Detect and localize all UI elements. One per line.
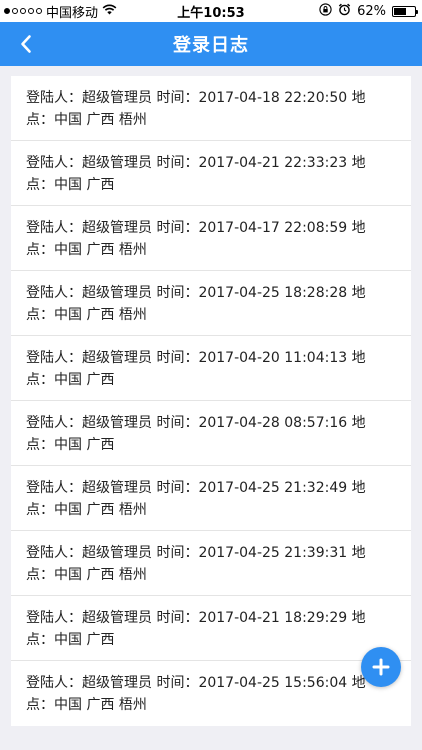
status-right: 62% — [319, 0, 418, 22]
orientation-lock-icon — [319, 2, 332, 20]
battery-percent: 62% — [357, 3, 386, 19]
log-item[interactable]: 登陆人：超级管理员 时间：2017-04-18 22:20:50 地点：中国 广… — [11, 76, 411, 141]
status-bar: 中国移动 上午10:53 62% — [0, 0, 422, 22]
log-item[interactable]: 登陆人：超级管理员 时间：2017-04-21 22:33:23 地点：中国 广… — [11, 141, 411, 206]
chevron-left-icon — [21, 35, 31, 53]
alarm-icon — [338, 3, 351, 20]
add-button[interactable] — [361, 647, 401, 687]
back-button[interactable] — [8, 22, 44, 66]
log-item[interactable]: 登陆人：超级管理员 时间：2017-04-28 08:57:16 地点：中国 广… — [11, 401, 411, 466]
log-item[interactable]: 登陆人：超级管理员 时间：2017-04-25 21:39:31 地点：中国 广… — [11, 531, 411, 596]
page-title: 登录日志 — [173, 35, 249, 56]
log-item[interactable]: 登陆人：超级管理员 时间：2017-04-25 15:56:04 地点：中国 广… — [11, 661, 411, 726]
nav-bar: 登录日志 — [0, 22, 422, 66]
log-item[interactable]: 登陆人：超级管理员 时间：2017-04-21 18:29:29 地点：中国 广… — [11, 596, 411, 661]
log-item[interactable]: 登陆人：超级管理员 时间：2017-04-25 21:32:49 地点：中国 广… — [11, 466, 411, 531]
battery-level — [394, 7, 407, 15]
plus-icon — [372, 658, 390, 676]
battery-icon — [392, 5, 418, 17]
log-item[interactable]: 登陆人：超级管理员 时间：2017-04-20 11:04:13 地点：中国 广… — [11, 336, 411, 401]
login-log-list: 登陆人：超级管理员 时间：2017-04-18 22:20:50 地点：中国 广… — [11, 76, 411, 726]
log-item[interactable]: 登陆人：超级管理员 时间：2017-04-17 22:08:59 地点：中国 广… — [11, 206, 411, 271]
log-item[interactable]: 登陆人：超级管理员 时间：2017-04-25 18:28:28 地点：中国 广… — [11, 271, 411, 336]
